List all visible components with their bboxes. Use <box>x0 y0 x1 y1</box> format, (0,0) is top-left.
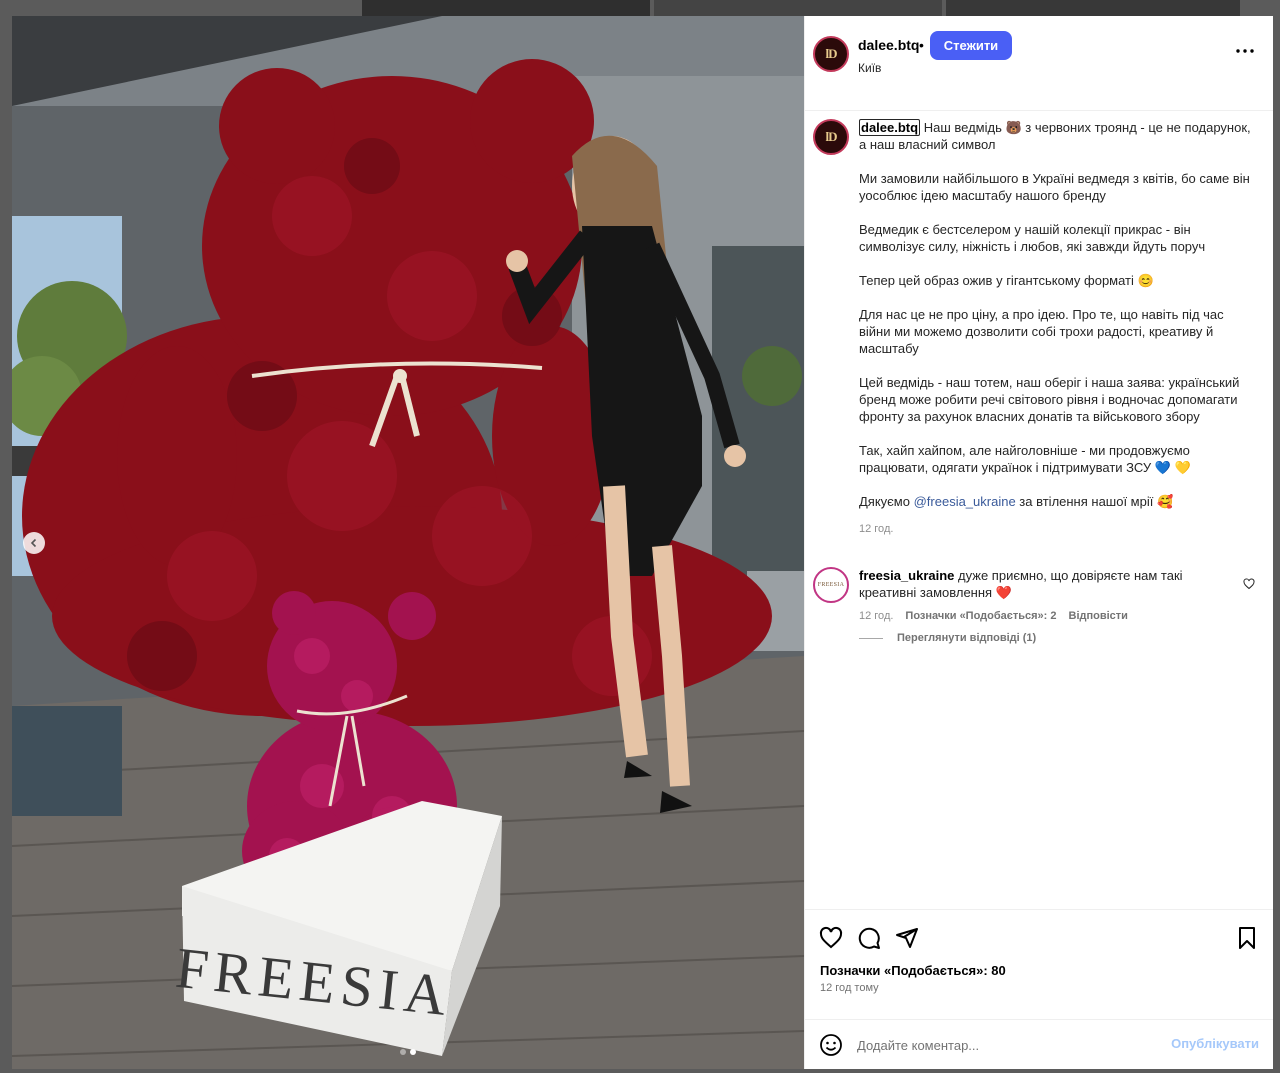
comment-like-heart-icon[interactable] <box>1243 578 1255 590</box>
backdrop-thumbnail <box>654 0 942 16</box>
caption-text: dalee.btq Наш ведмідь 🐻 з червоних троян… <box>859 119 1253 538</box>
comment-meta: 12 год. Позначки «Подобається»: 2 Відпов… <box>859 608 1219 625</box>
comment-likes-link[interactable]: Позначки «Подобається»: 2 <box>905 608 1056 625</box>
photo-illustration: FREESIA <box>12 16 804 1069</box>
post-info-panel: lD dalee.btq • Стежити Київ lD dalee.btq… <box>804 16 1273 1069</box>
caption-paragraph: Для нас це не про ціну, а про ідею. Про … <box>859 307 1224 356</box>
caption-paragraph: Цей ведмідь - наш тотем, наш оберіг і на… <box>859 375 1240 424</box>
commenter-username[interactable]: freesia_ukraine <box>859 568 954 583</box>
chevron-left-icon <box>30 538 37 548</box>
comment-timestamp[interactable]: 12 год. <box>859 608 893 625</box>
share-send-icon[interactable] <box>895 926 919 950</box>
caption-thanks-suffix: за втілення нашої мрії 🥰 <box>1015 494 1174 509</box>
post-timestamp[interactable]: 12 год тому <box>820 982 879 994</box>
carousel-dot-active <box>410 1049 416 1055</box>
mention-link[interactable]: @freesia_ukraine <box>914 494 1016 509</box>
caption-timestamp[interactable]: 12 год. <box>859 521 1253 538</box>
author-username[interactable]: dalee.btq <box>858 37 919 53</box>
caption-paragraph: Тепер цей образ ожив у гігантському форм… <box>859 273 1154 288</box>
caption-username[interactable]: dalee.btq <box>859 119 921 136</box>
more-icon <box>1236 49 1254 53</box>
commenter-avatar[interactable]: FREESIA <box>813 567 849 603</box>
caption-thanks-prefix: Дякуємо <box>859 494 914 509</box>
post-location[interactable]: Київ <box>858 61 881 75</box>
reply-button[interactable]: Відповісти <box>1069 608 1128 625</box>
view-replies-label: Переглянути відповіді (1) <box>897 632 1037 644</box>
carousel-indicator <box>12 1049 804 1055</box>
post-actions: Позначки «Подобається»: 80 12 год тому <box>805 909 1273 1019</box>
comment-bubble-icon[interactable] <box>857 926 881 950</box>
comments-section: lD dalee.btq Наш ведмідь 🐻 з червоних тр… <box>805 111 1273 909</box>
follow-button[interactable]: Стежити <box>930 31 1012 60</box>
likes-count[interactable]: Позначки «Подобається»: 80 <box>820 963 1006 978</box>
post-header: lD dalee.btq • Стежити Київ <box>805 16 1273 111</box>
carousel-dot <box>400 1049 406 1055</box>
add-comment-bar: Опублікувати <box>805 1019 1273 1069</box>
like-heart-icon[interactable] <box>819 926 843 950</box>
caption-author-avatar[interactable]: lD <box>813 119 849 155</box>
post-modal: FREESIA lD dalee.btq • Стежити Київ lD d… <box>12 16 1273 1069</box>
post-photo: FREESIA <box>12 16 804 1069</box>
comment-item: FREESIA freesia_ukraine дуже приємно, що… <box>813 567 1263 625</box>
view-replies-button[interactable]: Переглянути відповіді (1) <box>859 632 1036 644</box>
more-options-button[interactable] <box>1235 41 1255 61</box>
author-avatar[interactable]: lD <box>813 36 849 72</box>
emoji-icon[interactable] <box>819 1033 843 1057</box>
caption-paragraph: Ведмедик є бестселером у нашій колекції … <box>859 222 1206 254</box>
replies-divider <box>859 637 883 639</box>
comment-body: freesia_ukraine дуже приємно, що довіряє… <box>859 567 1219 625</box>
backdrop-thumbnail <box>362 0 650 16</box>
caption-paragraph: Ми замовили найбільшого в Україні ведмед… <box>859 171 1250 203</box>
caption-paragraph: Так, хайп хайпом, але найголовніше - ми … <box>859 443 1191 475</box>
publish-button[interactable]: Опублікувати <box>1171 1036 1259 1051</box>
separator-dot: • <box>919 37 924 53</box>
comment-input[interactable] <box>857 1034 1157 1056</box>
bookmark-icon[interactable] <box>1235 926 1259 950</box>
carousel-prev-button[interactable] <box>23 532 45 554</box>
backdrop-thumbnail <box>946 0 1240 16</box>
post-caption: lD dalee.btq Наш ведмідь 🐻 з червоних тр… <box>813 119 1253 538</box>
